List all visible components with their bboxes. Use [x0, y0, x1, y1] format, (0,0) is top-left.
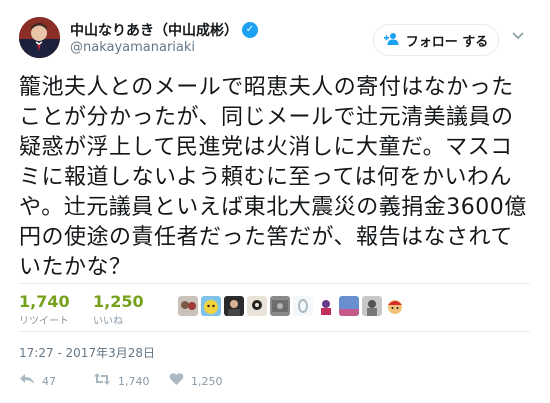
liker-avatar[interactable] — [316, 296, 336, 316]
follow-button[interactable]: フォロー する — [373, 24, 499, 56]
tweet-card: 中山なりあき（中山成彬） ✓ @nakayamanariaki フォロー する … — [0, 0, 550, 403]
liker-avatar[interactable] — [224, 296, 244, 316]
retweets-label: リツイート — [19, 316, 69, 327]
reply-button[interactable]: 47 — [19, 372, 56, 390]
reply-count: 47 — [42, 374, 56, 388]
verified-badge-icon: ✓ — [242, 22, 258, 38]
like-button[interactable]: 1,250 — [169, 372, 223, 390]
like-count: 1,250 — [191, 374, 223, 388]
avatar[interactable] — [19, 17, 60, 58]
liker-avatar[interactable] — [270, 296, 290, 316]
liker-avatar[interactable] — [178, 296, 198, 316]
divider — [19, 283, 530, 284]
author-handle[interactable]: @nakayamanariaki — [70, 40, 195, 55]
likes-label: いいね — [93, 316, 123, 327]
likes-count: 1,250 — [93, 292, 144, 311]
heart-icon — [169, 372, 184, 390]
liker-avatar[interactable] — [339, 296, 359, 316]
author-display-name[interactable]: 中山なりあき（中山成彬） — [70, 20, 238, 40]
reply-icon — [19, 372, 35, 390]
liker-avatar[interactable] — [362, 296, 382, 316]
follow-button-label: フォロー する — [405, 34, 489, 50]
retweets-stat[interactable]: 1,740 リツイート — [19, 292, 70, 327]
tweet-text: 籠池夫人とのメールで昭恵夫人の寄付はなかったことが分かったが、同じメールで辻元清… — [19, 75, 527, 280]
liker-avatar[interactable] — [385, 296, 405, 316]
add-user-icon — [383, 32, 400, 49]
divider — [19, 331, 530, 332]
liker-avatar[interactable] — [247, 296, 267, 316]
liker-avatar[interactable] — [293, 296, 313, 316]
author-name-row[interactable]: 中山なりあき（中山成彬） ✓ — [70, 20, 258, 40]
liker-avatars — [178, 296, 405, 316]
chevron-down-icon[interactable] — [512, 28, 524, 44]
liker-avatar[interactable] — [201, 296, 221, 316]
retweet-count: 1,740 — [118, 374, 150, 388]
retweets-count: 1,740 — [19, 292, 70, 311]
retweet-button[interactable]: 1,740 — [93, 372, 150, 390]
tweet-timestamp[interactable]: 17:27 - 2017年3月28日 — [19, 344, 155, 361]
likes-stat[interactable]: 1,250 いいね — [93, 292, 144, 327]
retweet-icon — [93, 372, 111, 390]
